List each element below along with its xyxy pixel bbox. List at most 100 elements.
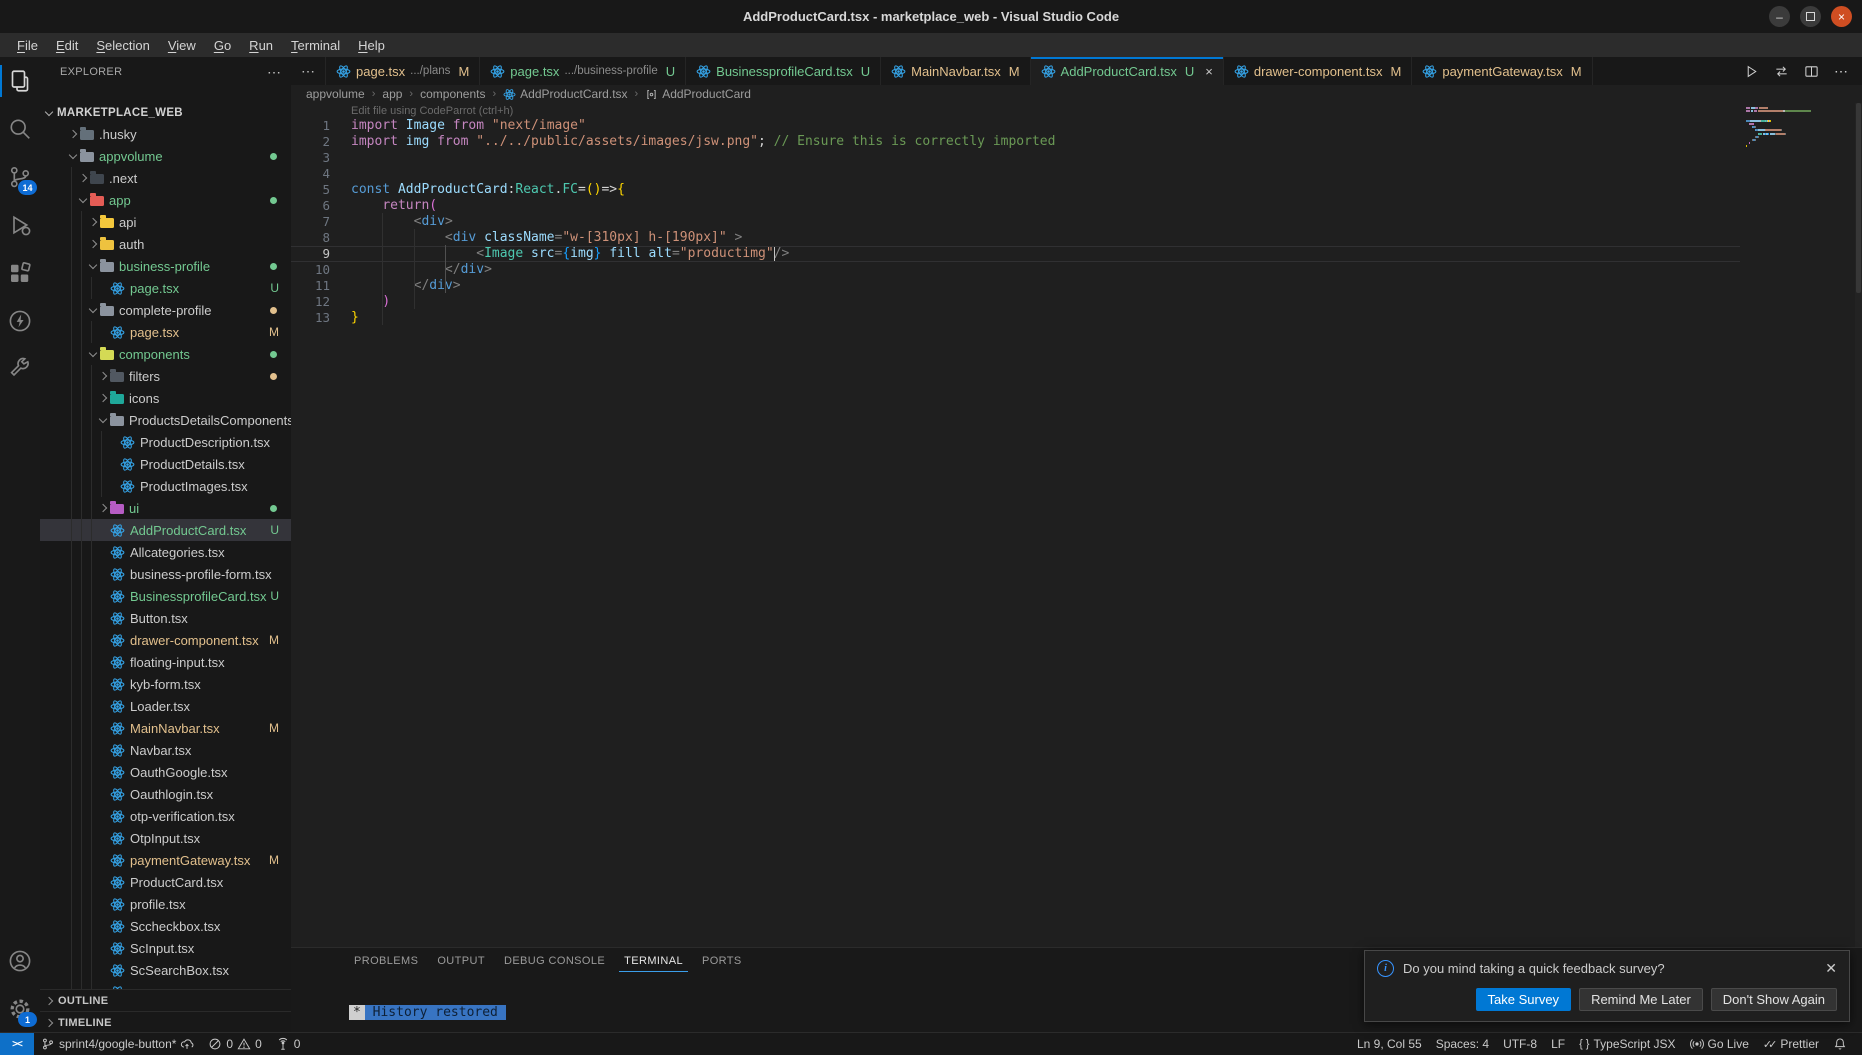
tree-file-page.tsx[interactable]: page.tsxU: [40, 277, 291, 299]
breadcrumb-item[interactable]: components: [420, 87, 485, 101]
git-branch-status[interactable]: sprint4/google-button*: [34, 1033, 201, 1055]
tree-file-drawer-component.tsx[interactable]: drawer-component.tsxM: [40, 629, 291, 651]
close-icon[interactable]: ×: [1205, 64, 1213, 79]
open-changes-button[interactable]: [1774, 64, 1789, 79]
workspace-root-folder[interactable]: MARKETPLACE_WEB: [40, 102, 291, 123]
panel-tab-problems[interactable]: PROBLEMS: [349, 950, 423, 972]
activity-explorer[interactable]: [0, 57, 40, 105]
tree-file-otp-verification.tsx[interactable]: otp-verification.tsx: [40, 805, 291, 827]
menu-selection[interactable]: Selection: [87, 38, 158, 53]
tree-folder-complete-profile[interactable]: complete-profile: [40, 299, 291, 321]
tab-BusinessprofileCard.tsx[interactable]: BusinessprofileCard.tsxU: [686, 57, 881, 85]
menu-terminal[interactable]: Terminal: [282, 38, 349, 53]
tree-folder-appvolume[interactable]: appvolume: [40, 145, 291, 167]
tree-file-profile.tsx[interactable]: profile.tsx: [40, 893, 291, 915]
notifications-bell[interactable]: [1826, 1033, 1854, 1055]
tree-file-Sccheckbox.tsx[interactable]: Sccheckbox.tsx: [40, 915, 291, 937]
tree-file-ProductImages.tsx[interactable]: ProductImages.tsx: [40, 475, 291, 497]
eol-sequence[interactable]: LF: [1544, 1033, 1572, 1055]
tree-folder-api[interactable]: api: [40, 211, 291, 233]
language-mode[interactable]: { }TypeScript JSX: [1572, 1033, 1682, 1055]
tree-folder-filters[interactable]: filters: [40, 365, 291, 387]
notification-close-icon[interactable]: ✕: [1825, 960, 1837, 977]
tree-folder-.husky[interactable]: .husky: [40, 123, 291, 145]
minimize-button[interactable]: –: [1769, 6, 1790, 27]
tree-file-kyb-form.tsx[interactable]: kyb-form.tsx: [40, 673, 291, 695]
tree-folder-auth[interactable]: auth: [40, 233, 291, 255]
indentation[interactable]: Spaces: 4: [1429, 1033, 1496, 1055]
tree-folder-components[interactable]: components: [40, 343, 291, 365]
menu-file[interactable]: File: [8, 38, 47, 53]
tree-file-MainNavbar.tsx[interactable]: MainNavbar.tsxM: [40, 717, 291, 739]
cursor-position[interactable]: Ln 9, Col 55: [1350, 1033, 1429, 1055]
tree-folder-business-profile[interactable]: business-profile: [40, 255, 291, 277]
tree-file-OauthGoogle.tsx[interactable]: OauthGoogle.tsx: [40, 761, 291, 783]
run-code-button[interactable]: [1744, 64, 1759, 79]
tab-paymentGateway.tsx[interactable]: paymentGateway.tsxM: [1412, 57, 1592, 85]
encoding[interactable]: UTF-8: [1496, 1033, 1544, 1055]
tab-page.tsx[interactable]: page.tsx.../business-profileU: [480, 57, 686, 85]
breadcrumb-item[interactable]: appvolume: [306, 87, 365, 101]
tree-file-ScSearchBox.tsx[interactable]: ScSearchBox.tsx: [40, 959, 291, 981]
breadcrumb-item[interactable]: app: [382, 87, 402, 101]
tab-page.tsx[interactable]: page.tsx.../plansM: [326, 57, 480, 85]
more-actions-button[interactable]: ⋯: [1834, 63, 1848, 80]
menu-view[interactable]: View: [159, 38, 205, 53]
tree-folder-app[interactable]: app: [40, 189, 291, 211]
tree-file-Allcategories.tsx[interactable]: Allcategories.tsx: [40, 541, 291, 563]
tree-file-Oauthlogin.tsx[interactable]: Oauthlogin.tsx: [40, 783, 291, 805]
panel-tab-output[interactable]: OUTPUT: [432, 950, 490, 972]
tree-file-paymentGateway.tsx[interactable]: paymentGateway.tsxM: [40, 849, 291, 871]
tree-file-ProductDescription.tsx[interactable]: ProductDescription.tsx: [40, 431, 291, 453]
tree-file-BusinessprofileCard.tsx[interactable]: BusinessprofileCard.tsxU: [40, 585, 291, 607]
breadcrumb-item[interactable]: AddProductCard: [645, 87, 751, 101]
activity-search[interactable]: [0, 105, 40, 153]
activity-tools[interactable]: [0, 345, 40, 393]
menu-help[interactable]: Help: [349, 38, 394, 53]
minimap[interactable]: [1746, 107, 1854, 148]
tab-overflow-button[interactable]: ⋯: [291, 57, 326, 85]
remind-me-later-button[interactable]: Remind Me Later: [1579, 988, 1703, 1011]
tree-file-business-profile-form.tsx[interactable]: business-profile-form.tsx: [40, 563, 291, 585]
panel-tab-terminal[interactable]: TERMINAL: [619, 950, 688, 972]
panel-tab-ports[interactable]: PORTS: [697, 950, 747, 972]
menu-go[interactable]: Go: [205, 38, 240, 53]
tree-file-Navbar.tsx[interactable]: Navbar.tsx: [40, 739, 291, 761]
explorer-more-actions-icon[interactable]: ⋯: [267, 64, 281, 81]
tree-file-ScInput.tsx[interactable]: ScInput.tsx: [40, 937, 291, 959]
tree-folder-ui[interactable]: ui: [40, 497, 291, 519]
close-button[interactable]: ×: [1831, 6, 1852, 27]
restore-button[interactable]: [1800, 6, 1821, 27]
activity-run-and-debug[interactable]: [0, 201, 40, 249]
tree-file-Button.tsx[interactable]: Button.tsx: [40, 607, 291, 629]
panel-tab-debug-console[interactable]: DEBUG CONSOLE: [499, 950, 610, 972]
tree-file-partial-item[interactable]: [40, 981, 291, 989]
activity-thunder-client[interactable]: [0, 297, 40, 345]
activity-settings[interactable]: 1: [0, 985, 40, 1033]
code-editor[interactable]: Edit file using CodeParrot (ctrl+h) 1imp…: [291, 103, 1862, 948]
activity-source-control[interactable]: 14: [0, 153, 40, 201]
tree-folder-icons[interactable]: icons: [40, 387, 291, 409]
menu-edit[interactable]: Edit: [47, 38, 87, 53]
tab-MainNavbar.tsx[interactable]: MainNavbar.tsxM: [881, 57, 1030, 85]
don-t-show-again-button[interactable]: Don't Show Again: [1711, 988, 1837, 1011]
ports-status[interactable]: 0: [269, 1033, 308, 1055]
breadcrumb-item[interactable]: AddProductCard.tsx: [503, 87, 627, 101]
remote-indicator[interactable]: ><: [0, 1033, 34, 1055]
editor-scrollbar[interactable]: [1855, 103, 1862, 948]
activity-extensions[interactable]: [0, 249, 40, 297]
problems-status[interactable]: 00: [201, 1033, 268, 1055]
prettier[interactable]: ✓✓Prettier: [1756, 1033, 1826, 1055]
tree-folder-ProductsDetailsComponents[interactable]: ProductsDetailsComponents: [40, 409, 291, 431]
editor-scrollbar-thumb[interactable]: [1856, 103, 1861, 293]
section-outline[interactable]: OUTLINE: [40, 989, 291, 1012]
tab-drawer-component.tsx[interactable]: drawer-component.tsxM: [1224, 57, 1412, 85]
tree-folder-.next[interactable]: .next: [40, 167, 291, 189]
tree-file-ProductDetails.tsx[interactable]: ProductDetails.tsx: [40, 453, 291, 475]
take-survey-button[interactable]: Take Survey: [1476, 988, 1572, 1011]
section-timeline[interactable]: TIMELINE: [40, 1011, 291, 1033]
tree-file-floating-input.tsx[interactable]: floating-input.tsx: [40, 651, 291, 673]
tree-file-AddProductCard.tsx[interactable]: AddProductCard.tsxU: [40, 519, 291, 541]
tree-file-page.tsx[interactable]: page.tsxM: [40, 321, 291, 343]
tree-file-Loader.tsx[interactable]: Loader.tsx: [40, 695, 291, 717]
